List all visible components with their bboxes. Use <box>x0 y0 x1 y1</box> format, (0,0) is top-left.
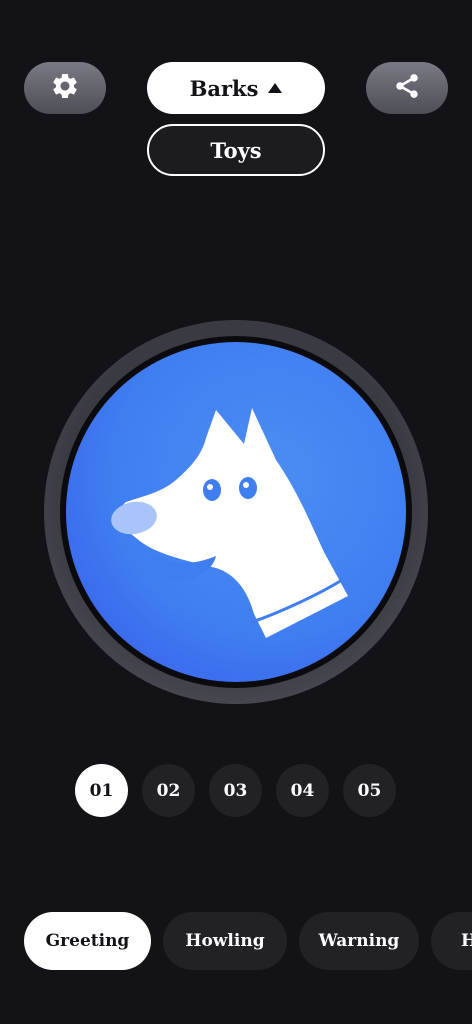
category-partial[interactable]: H <box>431 912 472 970</box>
mode-barks-label: Barks <box>189 75 259 101</box>
dog-sounds-screen: Barks Toys 01 02 03 04 05 Greeting Howli… <box>0 0 472 1024</box>
play-sound-button[interactable] <box>66 342 406 682</box>
mode-toys-button[interactable]: Toys <box>147 124 325 176</box>
mode-barks-button[interactable]: Barks <box>147 62 325 114</box>
share-button[interactable] <box>366 62 448 114</box>
mode-toys-label: Toys <box>210 137 262 163</box>
sound-button-bezel <box>60 336 412 688</box>
category-howling[interactable]: Howling <box>163 912 287 970</box>
gear-icon <box>50 71 80 105</box>
sound-number-selector: 01 02 03 04 05 <box>75 764 396 817</box>
share-icon <box>393 72 421 104</box>
settings-button[interactable] <box>24 62 106 114</box>
sound-number-01[interactable]: 01 <box>75 764 128 817</box>
sound-number-03[interactable]: 03 <box>209 764 262 817</box>
sound-button-ring <box>44 320 428 704</box>
dog-head-icon <box>111 408 348 638</box>
category-warning[interactable]: Warning <box>299 912 419 970</box>
category-selector: Greeting Howling Warning H <box>24 912 472 970</box>
sound-number-04[interactable]: 04 <box>276 764 329 817</box>
caret-up-icon <box>268 83 283 93</box>
sound-number-02[interactable]: 02 <box>142 764 195 817</box>
category-greeting[interactable]: Greeting <box>24 912 151 970</box>
sound-number-05[interactable]: 05 <box>343 764 396 817</box>
